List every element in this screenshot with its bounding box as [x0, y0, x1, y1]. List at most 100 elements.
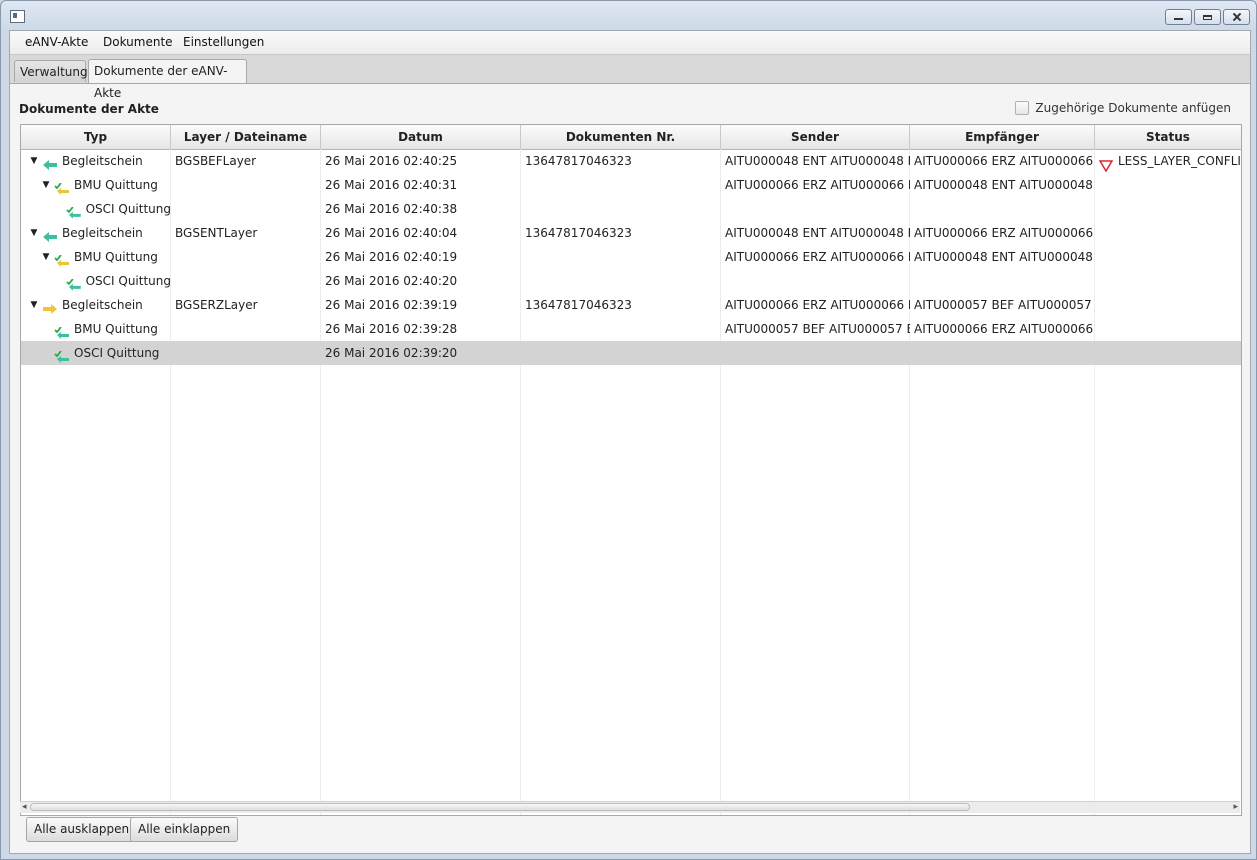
minimize-button[interactable] — [1165, 9, 1192, 25]
horizontal-scrollbar[interactable]: ◂ ▸ — [20, 801, 1240, 813]
arrow-left-teal-icon — [42, 155, 58, 170]
warning-triangle-icon — [1098, 156, 1114, 172]
title-bar[interactable] — [1, 1, 1256, 30]
table-row[interactable]: ▼ Begleitschein BGSENTLayer 26 Mai 2016 02:… — [21, 221, 1241, 245]
cell-typ: ▼ BMU Quittung — [37, 245, 171, 269]
attach-documents-label: Zugehörige Dokumente anfügen — [1035, 101, 1231, 115]
table-row[interactable]: OSCI Quittung 26 Mai 2016 02:40:38 — [21, 197, 1241, 221]
typ-label: BMU Quittung — [74, 178, 158, 192]
tab-bar: Verwaltung Dokumente der eANV-Akte — [10, 55, 1250, 100]
check-arrow-teal-icon — [66, 203, 82, 219]
close-button[interactable] — [1223, 9, 1250, 25]
menu-bar: eANV-Akte Dokumente Einstellungen — [10, 31, 1250, 55]
table-row[interactable]: OSCI Quittung 26 Mai 2016 02:39:20 — [21, 341, 1241, 365]
table-header: Typ Layer / Dateiname Datum Dokumenten N… — [21, 125, 1241, 150]
tab-verwaltung[interactable]: Verwaltung — [14, 60, 88, 82]
cell-datum: 26 Mai 2016 02:40:31 — [325, 178, 458, 192]
arrow-right-yellow-icon — [42, 299, 58, 314]
cell-typ: ▼ Begleitschein — [25, 221, 171, 245]
cell-status — [1095, 173, 1241, 197]
table-row[interactable]: ▼ BMU Quittung 26 Mai 2016 02:40:31 AITU000… — [21, 173, 1241, 197]
column-header-typ[interactable]: Typ — [21, 125, 171, 149]
cell-typ: ▼ Begleitschein — [25, 293, 171, 317]
cell-dokumenten-nr — [521, 317, 721, 341]
collapse-all-button[interactable]: Alle einklappen — [130, 817, 239, 842]
cell-datum: 26 Mai 2016 02:39:20 — [325, 346, 458, 360]
minimize-icon — [1174, 15, 1183, 20]
cell-dokumenten-nr — [521, 341, 721, 365]
column-header-dokumenten-nr[interactable]: Dokumenten Nr. — [521, 125, 721, 149]
cell-sender: AITU000066 ERZ AITU000066 ERZ — [725, 298, 910, 312]
check-arrow-yellow-icon — [54, 251, 70, 267]
main-content: eANV-Akte Dokumente Einstellungen Verwal… — [9, 30, 1251, 854]
expand-toggle-icon[interactable]: ▼ — [29, 221, 39, 245]
close-icon — [1233, 13, 1241, 21]
section-title: Dokumente der Akte — [19, 102, 159, 116]
scroll-left-icon[interactable]: ◂ — [22, 802, 27, 813]
cell-sender: AITU000066 ERZ AITU000066 ERZ — [725, 250, 910, 264]
cell-dokumenten-nr — [521, 173, 721, 197]
menu-dokumente[interactable]: Dokumente — [103, 35, 173, 49]
cell-sender — [721, 341, 910, 365]
attach-documents-option[interactable]: Zugehörige Dokumente anfügen — [1015, 101, 1231, 115]
cell-layer — [171, 245, 321, 269]
column-header-sender[interactable]: Sender — [721, 125, 910, 149]
expand-all-button[interactable]: Alle ausklappen — [26, 817, 138, 842]
maximize-button[interactable] — [1194, 9, 1221, 25]
cell-datum: 26 Mai 2016 02:40:19 — [325, 250, 458, 264]
table-row[interactable]: ▼ BMU Quittung 26 Mai 2016 02:40:19 AITU000… — [21, 245, 1241, 269]
scrollbar-thumb[interactable] — [30, 803, 970, 811]
tab-dokumente-der-eanv-akte[interactable]: Dokumente der eANV-Akte — [88, 59, 247, 100]
cell-typ: OSCI Quittung — [49, 269, 171, 293]
status-label: LESS_LAYER_CONFLICT — [1118, 154, 1241, 168]
check-arrow-teal-icon — [54, 347, 70, 363]
documents-tree-table[interactable]: Typ Layer / Dateiname Datum Dokumenten N… — [20, 124, 1242, 816]
expand-toggle-icon[interactable]: ▼ — [29, 149, 39, 173]
menu-eanv-akte[interactable]: eANV-Akte — [25, 35, 88, 49]
expand-toggle-icon[interactable]: ▼ — [29, 293, 39, 317]
cell-typ: OSCI Quittung — [49, 197, 171, 221]
cell-layer — [171, 197, 321, 221]
cell-empfaenger — [910, 341, 1095, 365]
table-row[interactable]: ▼ Begleitschein BGSERZLayer 26 Mai 2016 02:… — [21, 293, 1241, 317]
check-arrow-yellow-icon — [54, 179, 70, 195]
cell-empfaenger: AITU000057 BEF AITU000057 BEF — [914, 298, 1095, 312]
cell-layer — [171, 341, 321, 365]
cell-empfaenger — [910, 269, 1095, 293]
maximize-icon — [1203, 15, 1212, 20]
expand-toggle-icon[interactable]: ▼ — [41, 173, 51, 197]
cell-datum: 26 Mai 2016 02:40:25 — [325, 154, 458, 168]
table-row[interactable]: OSCI Quittung 26 Mai 2016 02:40:20 — [21, 269, 1241, 293]
cell-status: LESS_LAYER_CONFLICT — [1095, 149, 1241, 173]
cell-layer: BGSENTLayer — [175, 226, 258, 240]
cell-status — [1095, 293, 1241, 317]
attach-documents-checkbox[interactable] — [1015, 101, 1030, 115]
cell-dokumenten-nr — [521, 269, 721, 293]
cell-layer — [171, 269, 321, 293]
cell-datum: 26 Mai 2016 02:40:38 — [325, 202, 458, 216]
table-row[interactable]: BMU Quittung 26 Mai 2016 02:39:28 AITU0000… — [21, 317, 1241, 341]
cell-status — [1095, 341, 1241, 365]
cell-sender — [721, 197, 910, 221]
scroll-right-icon[interactable]: ▸ — [1233, 802, 1238, 813]
table-row[interactable]: ▼ Begleitschein BGSBEFLayer 26 Mai 2016 02:… — [21, 149, 1241, 173]
cell-layer — [171, 317, 321, 341]
cell-status — [1095, 245, 1241, 269]
cell-datum: 26 Mai 2016 02:40:20 — [325, 274, 458, 288]
cell-sender: AITU000057 BEF AITU000057 BEF — [725, 322, 910, 336]
column-header-layer[interactable]: Layer / Dateiname — [171, 125, 321, 149]
typ-label: Begleitschein — [62, 298, 143, 312]
column-header-status[interactable]: Status — [1095, 125, 1241, 149]
cell-typ: ▼ BMU Quittung — [37, 173, 171, 197]
cell-dokumenten-nr — [521, 197, 721, 221]
cell-empfaenger: AITU000066 ERZ AITU000066 ERZ — [914, 322, 1095, 336]
menu-einstellungen[interactable]: Einstellungen — [183, 35, 264, 49]
cell-dokumenten-nr: 13647817046323 — [525, 226, 632, 240]
expand-toggle-icon[interactable]: ▼ — [41, 245, 51, 269]
application-window: eANV-Akte Dokumente Einstellungen Verwal… — [0, 0, 1257, 860]
cell-typ: ▼ Begleitschein — [25, 149, 171, 173]
cell-empfaenger — [910, 197, 1095, 221]
column-header-empfaenger[interactable]: Empfänger — [910, 125, 1095, 149]
column-header-datum[interactable]: Datum — [321, 125, 521, 149]
typ-label: OSCI Quittung — [74, 346, 160, 360]
